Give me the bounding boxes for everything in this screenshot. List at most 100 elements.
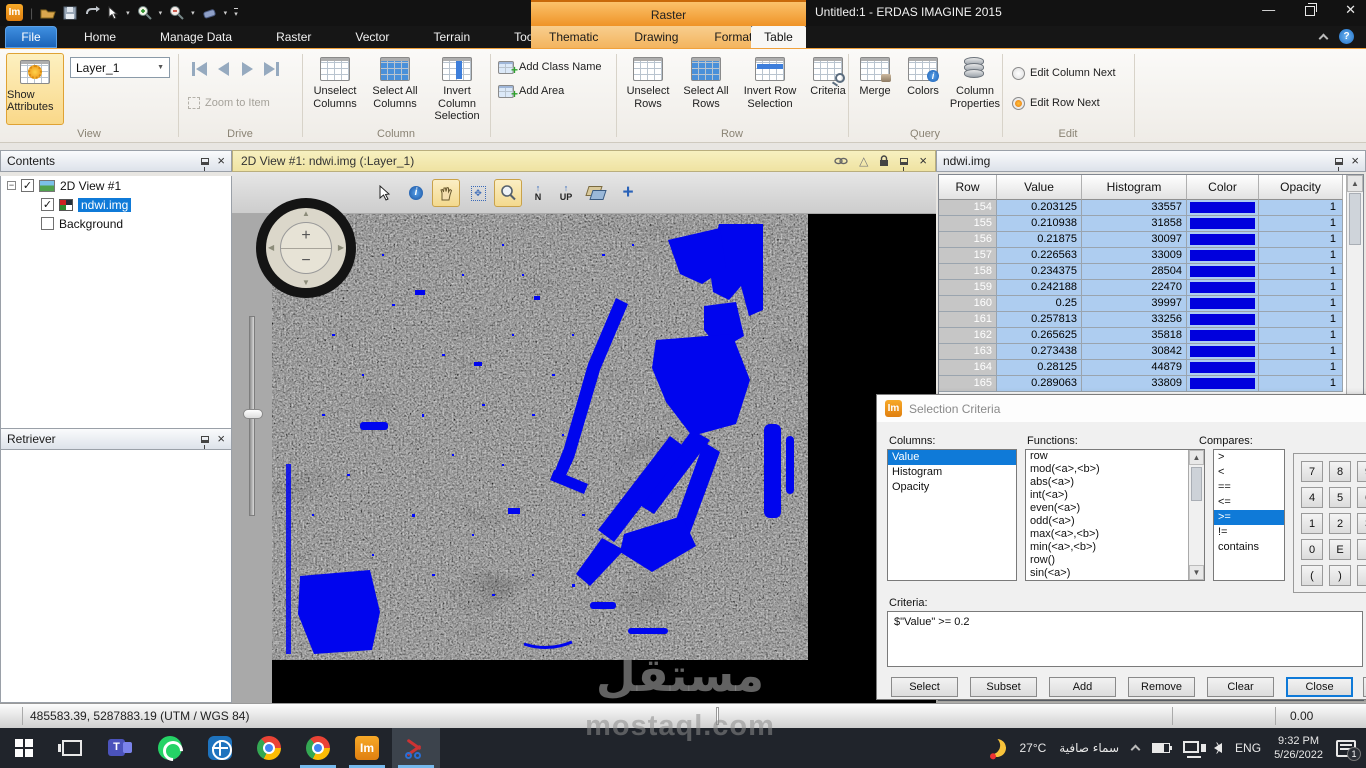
tray-expand-icon[interactable] bbox=[1131, 745, 1141, 755]
column-header-color[interactable]: Color bbox=[1187, 175, 1259, 200]
keypad-key[interactable]: 4 bbox=[1301, 487, 1323, 508]
remove-button[interactable]: Remove bbox=[1128, 677, 1195, 697]
column-header-opacity[interactable]: Opacity bbox=[1259, 175, 1343, 200]
color-swatch[interactable] bbox=[1187, 232, 1259, 248]
invert-row-selection-button[interactable]: Invert Row Selection bbox=[736, 53, 804, 123]
table-row[interactable]: 1590.242188224701 bbox=[939, 280, 1363, 296]
tab-thematic[interactable]: Thematic bbox=[531, 26, 616, 48]
table-row[interactable]: 1580.234375285041 bbox=[939, 264, 1363, 280]
layer-stack-icon[interactable] bbox=[582, 179, 610, 207]
collapse-ribbon-icon[interactable] bbox=[1319, 33, 1329, 43]
taskbar-teams[interactable]: T bbox=[96, 728, 144, 768]
layer-select-dropdown[interactable]: Layer_1 ▼ bbox=[70, 57, 170, 78]
select-all-rows-button[interactable]: Select All Rows bbox=[678, 53, 734, 123]
list-item[interactable]: odd(<a>) bbox=[1026, 515, 1188, 528]
pan-right-icon[interactable]: ▶ bbox=[338, 243, 344, 252]
select-button[interactable]: Select bbox=[891, 677, 958, 697]
weather-moon-icon[interactable] bbox=[986, 737, 1008, 759]
zoom-slider-thumb[interactable] bbox=[243, 409, 263, 419]
keypad-key[interactable]: 1 bbox=[1301, 513, 1323, 534]
notification-center-icon[interactable]: 1 bbox=[1336, 740, 1356, 757]
close-button[interactable]: Close bbox=[1286, 677, 1353, 697]
color-swatch[interactable] bbox=[1187, 248, 1259, 264]
taskbar-erdas-imagine[interactable]: Im bbox=[343, 728, 391, 768]
tab-drawing[interactable]: Drawing bbox=[616, 26, 696, 48]
weather-description[interactable]: سماء صافية bbox=[1059, 741, 1119, 755]
taskbar-gis-app[interactable] bbox=[196, 728, 244, 768]
taskbar-chrome-2[interactable] bbox=[294, 728, 342, 768]
speaker-icon[interactable] bbox=[1214, 743, 1222, 753]
network-icon[interactable] bbox=[1183, 741, 1201, 755]
close-icon[interactable]: × bbox=[1351, 156, 1359, 166]
color-swatch[interactable] bbox=[1187, 360, 1259, 376]
zoom-in-dropdown-icon[interactable]: ▾ bbox=[159, 9, 163, 17]
table-row[interactable]: 1550.210938318581 bbox=[939, 216, 1363, 232]
zoom-in-button[interactable]: + bbox=[281, 223, 331, 248]
last-item-button[interactable] bbox=[260, 59, 283, 79]
customize-toolbar-icon[interactable]: ▾ bbox=[234, 8, 238, 18]
select-cursor-icon[interactable] bbox=[107, 6, 119, 20]
columns-listbox[interactable]: Value Histogram Opacity bbox=[887, 449, 1017, 581]
close-button[interactable]: ✕ bbox=[1345, 2, 1356, 18]
color-swatch[interactable] bbox=[1187, 200, 1259, 216]
unselect-rows-button[interactable]: Unselect Rows bbox=[620, 53, 676, 123]
unselect-columns-button[interactable]: Unselect Columns bbox=[306, 53, 364, 123]
list-item[interactable]: Opacity bbox=[888, 480, 1016, 495]
eraser-icon[interactable] bbox=[202, 7, 217, 19]
compares-listbox[interactable]: > < == <= >= != contains bbox=[1213, 449, 1285, 581]
table-row[interactable]: 1640.28125448791 bbox=[939, 360, 1363, 376]
column-header-row[interactable]: Row bbox=[939, 175, 997, 200]
zoom-out-button[interactable]: − bbox=[281, 248, 331, 273]
table-row[interactable]: 1560.21875300971 bbox=[939, 232, 1363, 248]
list-item[interactable]: == bbox=[1214, 480, 1284, 495]
color-swatch[interactable] bbox=[1187, 216, 1259, 232]
list-item-selected[interactable]: Value bbox=[888, 450, 1016, 465]
list-item[interactable]: sin(<a>) bbox=[1026, 567, 1188, 580]
subset-button[interactable]: Subset bbox=[970, 677, 1037, 697]
pan-up-icon[interactable]: ▲ bbox=[302, 209, 310, 218]
keypad-key[interactable]: 9 bbox=[1357, 461, 1366, 482]
tree-collapse-icon[interactable]: − bbox=[7, 181, 16, 190]
keypad-key[interactable]: ( bbox=[1301, 565, 1323, 586]
keypad-key[interactable]: 3 bbox=[1357, 513, 1366, 534]
list-item-selected[interactable]: >= bbox=[1214, 510, 1284, 525]
list-item[interactable]: abs(<a>) bbox=[1026, 476, 1188, 489]
splitter-handle[interactable] bbox=[716, 707, 719, 725]
list-item[interactable]: Histogram bbox=[888, 465, 1016, 480]
list-item[interactable]: contains bbox=[1214, 540, 1284, 555]
up-orientation-icon[interactable]: ↑UP bbox=[552, 179, 580, 207]
edit-row-next-radio[interactable]: Edit Row Next bbox=[1012, 93, 1100, 113]
invert-column-selection-button[interactable]: Invert Column Selection bbox=[426, 53, 488, 123]
first-item-button[interactable] bbox=[188, 59, 211, 79]
keypad-key[interactable]: [ bbox=[1357, 565, 1366, 586]
zoom-tool-icon[interactable] bbox=[494, 179, 522, 207]
compass-navigation-control[interactable]: ▲ ▼ ◀ ▶ + − bbox=[256, 198, 356, 298]
table-row[interactable]: 1650.289063338091 bbox=[939, 376, 1363, 392]
save-icon[interactable] bbox=[63, 6, 77, 20]
list-item[interactable]: != bbox=[1214, 525, 1284, 540]
pin-icon[interactable] bbox=[201, 436, 209, 443]
help-icon[interactable]: ? bbox=[1339, 29, 1354, 44]
task-view-button[interactable] bbox=[48, 728, 96, 768]
pointer-tool-icon[interactable] bbox=[370, 179, 398, 207]
info-tool-icon[interactable]: i bbox=[402, 179, 430, 207]
keypad-key[interactable]: E bbox=[1329, 539, 1351, 560]
inquire-cross-icon[interactable]: + bbox=[614, 179, 642, 207]
color-swatch[interactable] bbox=[1187, 328, 1259, 344]
tab-table-active[interactable]: Table bbox=[751, 26, 806, 48]
add-area-button[interactable]: + Add Area bbox=[498, 81, 564, 101]
tab-manage-data[interactable]: Manage Data bbox=[138, 26, 254, 48]
checkbox-checked[interactable]: ✓ bbox=[41, 198, 54, 211]
checkbox-unchecked[interactable] bbox=[41, 217, 54, 230]
battery-icon[interactable] bbox=[1152, 741, 1170, 755]
list-item[interactable]: max(<a>,<b>) bbox=[1026, 528, 1188, 541]
keypad-key[interactable]: 6 bbox=[1357, 487, 1366, 508]
tree-item-ndwi[interactable]: ✓ ndwi.img bbox=[1, 195, 231, 214]
close-icon[interactable]: × bbox=[919, 156, 927, 166]
close-icon[interactable]: × bbox=[217, 434, 225, 444]
scroll-up-icon[interactable]: ▲ bbox=[1347, 175, 1363, 192]
warning-triangle-icon[interactable]: △ bbox=[859, 154, 868, 168]
keypad-key[interactable]: 7 bbox=[1301, 461, 1323, 482]
merge-button[interactable]: Merge bbox=[852, 53, 898, 123]
dialog-titlebar[interactable]: Im Selection Criteria bbox=[877, 395, 1366, 422]
